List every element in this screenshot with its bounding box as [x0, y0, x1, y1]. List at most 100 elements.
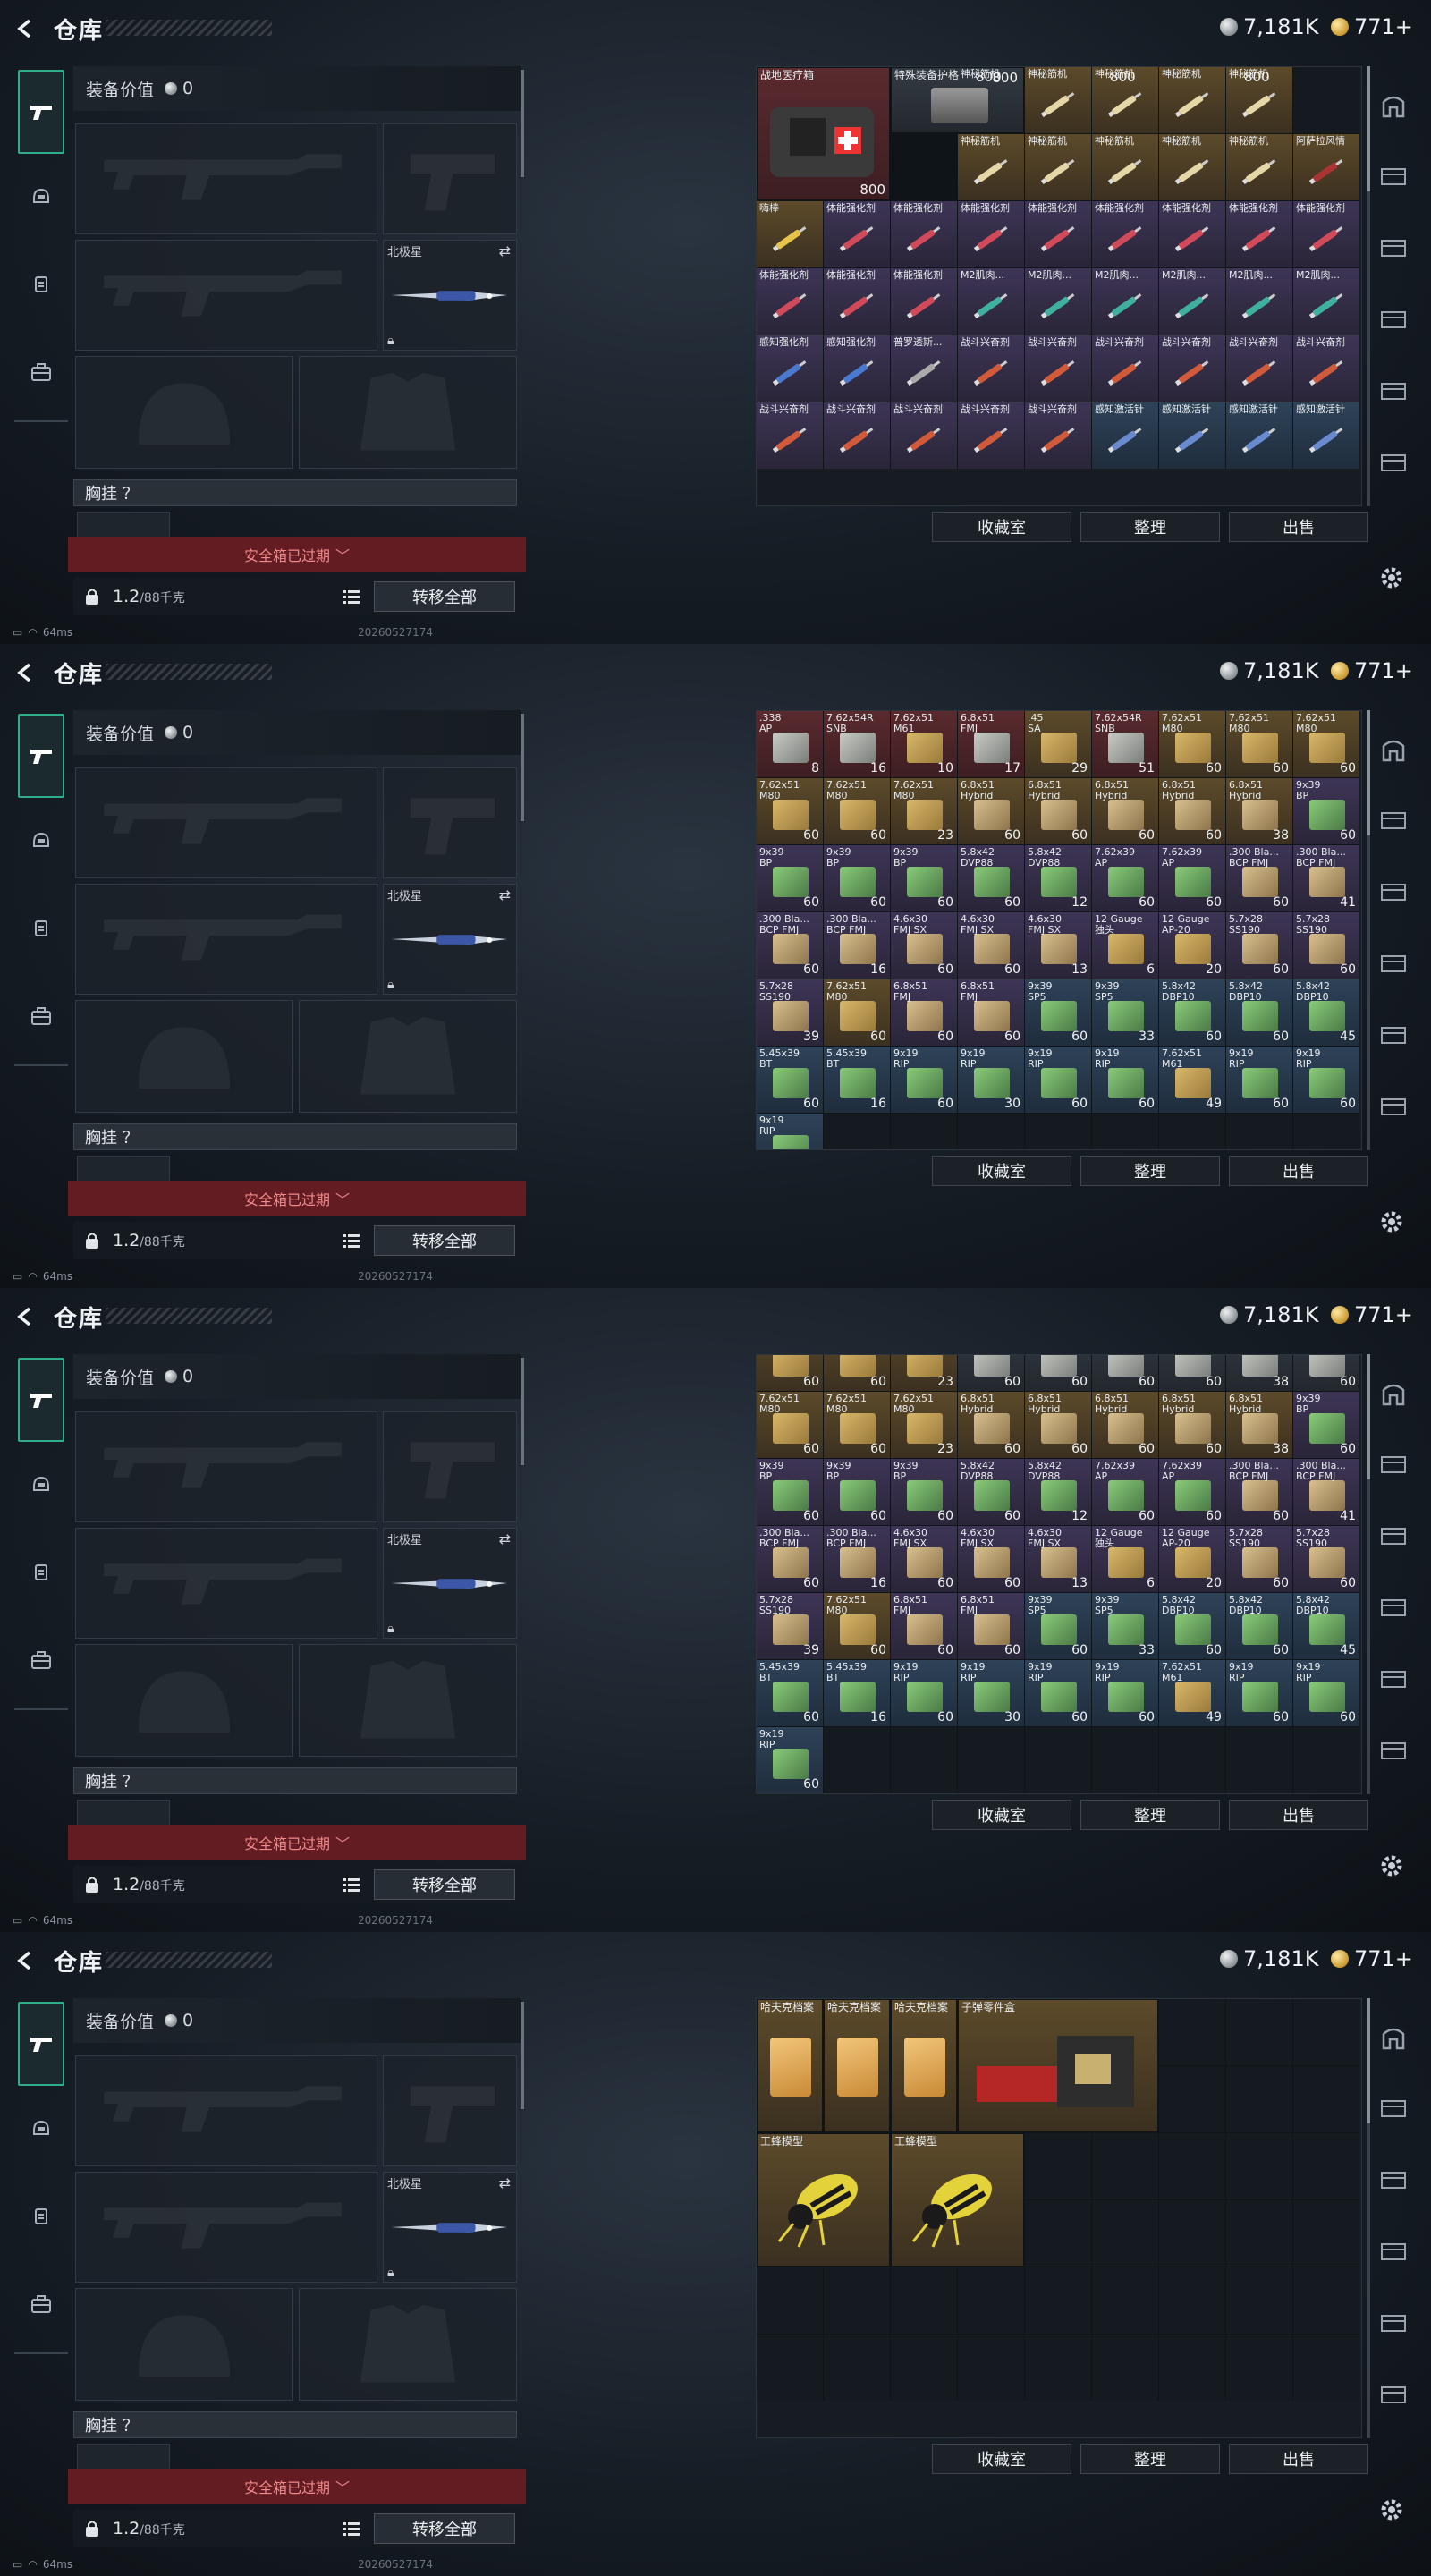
ammo-cell[interactable]: 12 Gauge 独头 6 [1092, 1526, 1158, 1592]
worker-wasp-model-item[interactable]: 工蜂模型 [891, 2133, 1024, 2267]
ammo-cell[interactable]: 6.8x51 FMJ 60 [891, 1593, 957, 1659]
ammo-cell[interactable]: 5.7x28 SS190 39 [757, 979, 823, 1046]
ammo-cell[interactable]: 7.62x39 AP 60 [1159, 845, 1225, 911]
ammo-cell[interactable]: 5.45x39 BT 60 [757, 1660, 823, 1726]
inventory-scrollbar[interactable] [1367, 710, 1370, 1150]
ammo-cell[interactable]: 7.62x51 M80 23 [891, 1392, 957, 1458]
ammo-cell[interactable]: 60 [1025, 1355, 1091, 1391]
inventory-cell[interactable]: 体能强化剂 [1226, 201, 1292, 267]
inventory-cell[interactable]: 战斗兴奋剂 [958, 335, 1024, 402]
inventory-cell[interactable]: 神秘筋机 [1159, 134, 1225, 200]
chest-rig-slot[interactable]: 胸挂 ？ [73, 479, 517, 506]
nav-arch-icon[interactable] [1376, 89, 1411, 122]
storage-box-icon[interactable] [1376, 1018, 1411, 1050]
safe-box-expired-banner[interactable]: 安全箱已过期 ﹀ [68, 1181, 526, 1216]
inventory-cell[interactable]: 体能强化剂 [1159, 201, 1225, 267]
inventory-cell[interactable]: M2肌肉... [1159, 268, 1225, 335]
chest-rig-slot[interactable]: 胸挂 ？ [73, 1123, 517, 1150]
equipment-scrollbar[interactable] [521, 1358, 524, 1465]
ammo-cell[interactable]: 6.8x51 Hybrid 60 [1159, 1392, 1225, 1458]
ammo-cell[interactable]: 5.8x42 DBP10 60 [1159, 979, 1225, 1046]
ammo-cell[interactable]: 9x39 BP 60 [891, 845, 957, 911]
ammo-cell[interactable]: 6.8x51 FMJ 60 [958, 979, 1024, 1046]
ammo-cell[interactable]: 5.7x28 SS190 60 [1226, 912, 1292, 979]
armor-slot[interactable] [299, 1000, 517, 1113]
equipment-scrollbar[interactable] [521, 70, 524, 177]
armor-slot[interactable] [299, 356, 517, 469]
collection-room-button[interactable]: 收藏室 [932, 512, 1071, 542]
ammo-cell[interactable]: 12 Gauge 独头 6 [1092, 912, 1158, 979]
inventory-cell[interactable]: 普罗透斯... [891, 335, 957, 402]
primary-weapon-slot[interactable] [75, 2055, 377, 2166]
ammo-cell[interactable]: 7.62x51 M80 60 [1293, 711, 1359, 777]
inventory-cell[interactable]: 战斗兴奋剂 [1025, 402, 1091, 469]
ammo-cell[interactable]: 5.45x39 BT 60 [757, 1046, 823, 1113]
nav-armor[interactable] [18, 2106, 64, 2152]
ammo-cell[interactable]: 6.8x51 FMJ 60 [958, 1593, 1024, 1659]
ammo-cell[interactable]: 6.8x51 Hybrid 38 [1226, 1392, 1292, 1458]
secondary-weapon-slot[interactable] [75, 1528, 377, 1639]
gear-icon[interactable] [1377, 564, 1410, 596]
storage-box-icon[interactable] [1376, 2377, 1411, 2410]
ammo-cell[interactable]: 4.6x30 FMJ SX 60 [891, 912, 957, 979]
storage-box-icon[interactable] [1376, 1447, 1411, 1479]
ammo-cell[interactable]: 7.62x51 M61 10 [891, 711, 957, 777]
ammo-cell[interactable]: .300 Bla... BCP FMJ 60 [757, 912, 823, 979]
pistol-slot[interactable] [383, 767, 517, 878]
nav-weapons[interactable] [18, 2002, 64, 2086]
inventory-cell[interactable]: 感知激活针 [1159, 402, 1225, 469]
inventory-scrollbar[interactable] [1367, 66, 1370, 506]
nav-weapons[interactable] [18, 1358, 64, 1442]
ammo-cell[interactable]: .338 AP 8 [757, 711, 823, 777]
storage-box-icon[interactable] [1376, 2234, 1411, 2267]
storage-box-icon[interactable] [1376, 2091, 1411, 2123]
nav-arch-icon[interactable] [1376, 733, 1411, 766]
collection-room-button[interactable]: 收藏室 [932, 1156, 1071, 1186]
transfer-all-button[interactable]: 转移全部 [374, 2513, 515, 2544]
inventory-cell[interactable]: 体能强化剂 [1293, 201, 1359, 267]
nav-armor[interactable] [18, 818, 64, 864]
nav-vest[interactable] [18, 261, 64, 308]
storage-box-icon[interactable] [1376, 2163, 1411, 2195]
ammo-cell[interactable]: 7.62x51 M80 23 [891, 778, 957, 844]
ammo-cell[interactable]: 5.8x42 DBP10 60 [1226, 979, 1292, 1046]
ammo-cell[interactable]: 5.8x42 DBP10 45 [1293, 1593, 1359, 1659]
nav-backpack[interactable] [18, 2281, 64, 2327]
haavk-file-item[interactable]: 哈夫克档案 [757, 1999, 823, 2132]
melee-slot[interactable]: 北极星 ⇄ 🔒︎ [383, 884, 517, 995]
storage-box-icon[interactable] [1376, 159, 1411, 191]
ammo-cell[interactable]: 9x39 BP 60 [824, 1459, 890, 1525]
inventory-cell[interactable]: 战斗兴奋剂 [1293, 335, 1359, 402]
inventory-cell[interactable]: 体能强化剂 [824, 201, 890, 267]
ammo-cell[interactable]: 38 [1226, 1355, 1292, 1391]
scroll-thumb[interactable] [1367, 1998, 1370, 2123]
storage-box-icon[interactable] [1376, 374, 1411, 406]
inventory-cell[interactable]: 神秘筋机 [958, 134, 1024, 200]
inventory-cell[interactable]: 体能强化剂 [757, 268, 823, 335]
secondary-weapon-slot[interactable] [75, 2172, 377, 2283]
nav-backpack[interactable] [18, 1637, 64, 1683]
ammo-cell[interactable]: 9x39 BP 60 [1293, 778, 1359, 844]
ammo-cell[interactable]: 6.8x51 FMJ 60 [891, 979, 957, 1046]
inventory-cell[interactable]: 战斗兴奋剂 [1092, 335, 1158, 402]
inventory-cell[interactable]: 战斗兴奋剂 [1226, 335, 1292, 402]
ammo-cell[interactable]: 9x19 RIP 60 [1025, 1660, 1091, 1726]
ammo-cell[interactable]: 5.8x42 DVP88 12 [1025, 1459, 1091, 1525]
ammo-cell[interactable]: 7.62x51 M80 60 [757, 1392, 823, 1458]
ammo-cell[interactable]: 6.8x51 FMJ 17 [958, 711, 1024, 777]
safe-box-expired-banner[interactable]: 安全箱已过期 ﹀ [68, 2469, 526, 2504]
storage-box-icon[interactable] [1376, 875, 1411, 907]
ammo-cell[interactable]: 6.8x51 Hybrid 38 [1226, 778, 1292, 844]
haavk-file-item[interactable]: 哈夫克档案 [824, 1999, 890, 2132]
ammo-cell[interactable]: .45 SA 29 [1025, 711, 1091, 777]
ammo-cell[interactable]: 4.6x30 FMJ SX 60 [958, 1526, 1024, 1592]
ammo-cell[interactable]: 7.62x51 M80 60 [824, 979, 890, 1046]
ammo-cell[interactable]: 9x39 BP 60 [824, 845, 890, 911]
ammo-cell[interactable]: 7.62x51 M61 49 [1159, 1046, 1225, 1113]
collection-room-button[interactable]: 收藏室 [932, 1800, 1071, 1830]
ammo-cell[interactable]: 4.6x30 FMJ SX 60 [958, 912, 1024, 979]
ammo-cell[interactable]: 60 [757, 1355, 823, 1391]
ammo-cell[interactable]: 9x39 SP5 33 [1092, 979, 1158, 1046]
bullet-parts-box-item[interactable]: 子弹零件盒 [958, 1999, 1158, 2132]
equipment-scrollbar[interactable] [521, 2002, 524, 2109]
